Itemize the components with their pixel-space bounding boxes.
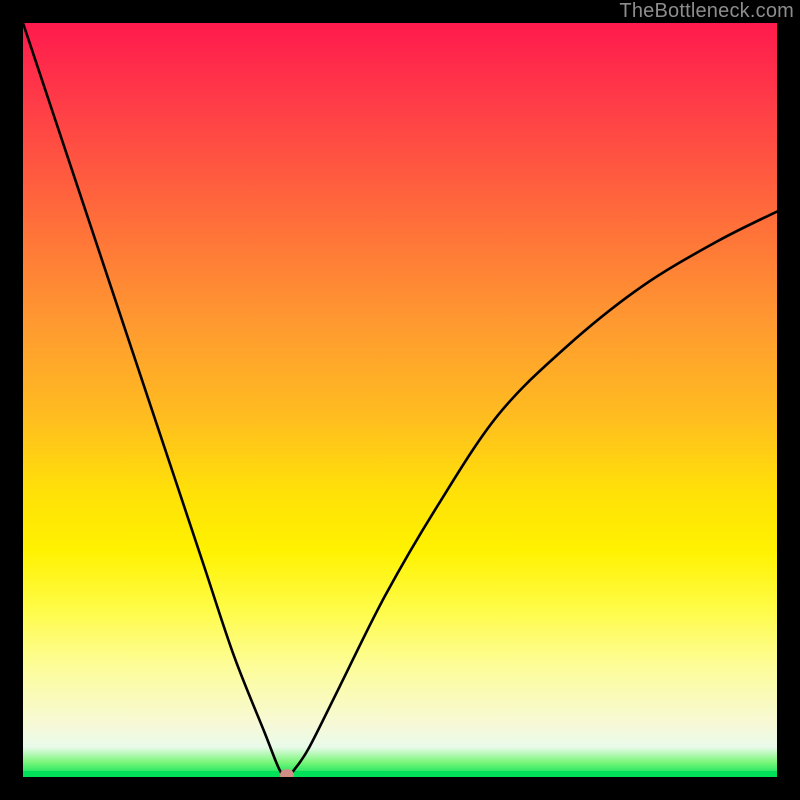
optimum-marker-icon bbox=[280, 769, 294, 777]
chart-frame: TheBottleneck.com bbox=[0, 0, 800, 800]
bottleneck-curve bbox=[23, 23, 777, 777]
watermark-text: TheBottleneck.com bbox=[619, 0, 794, 23]
plot-area bbox=[23, 23, 777, 777]
